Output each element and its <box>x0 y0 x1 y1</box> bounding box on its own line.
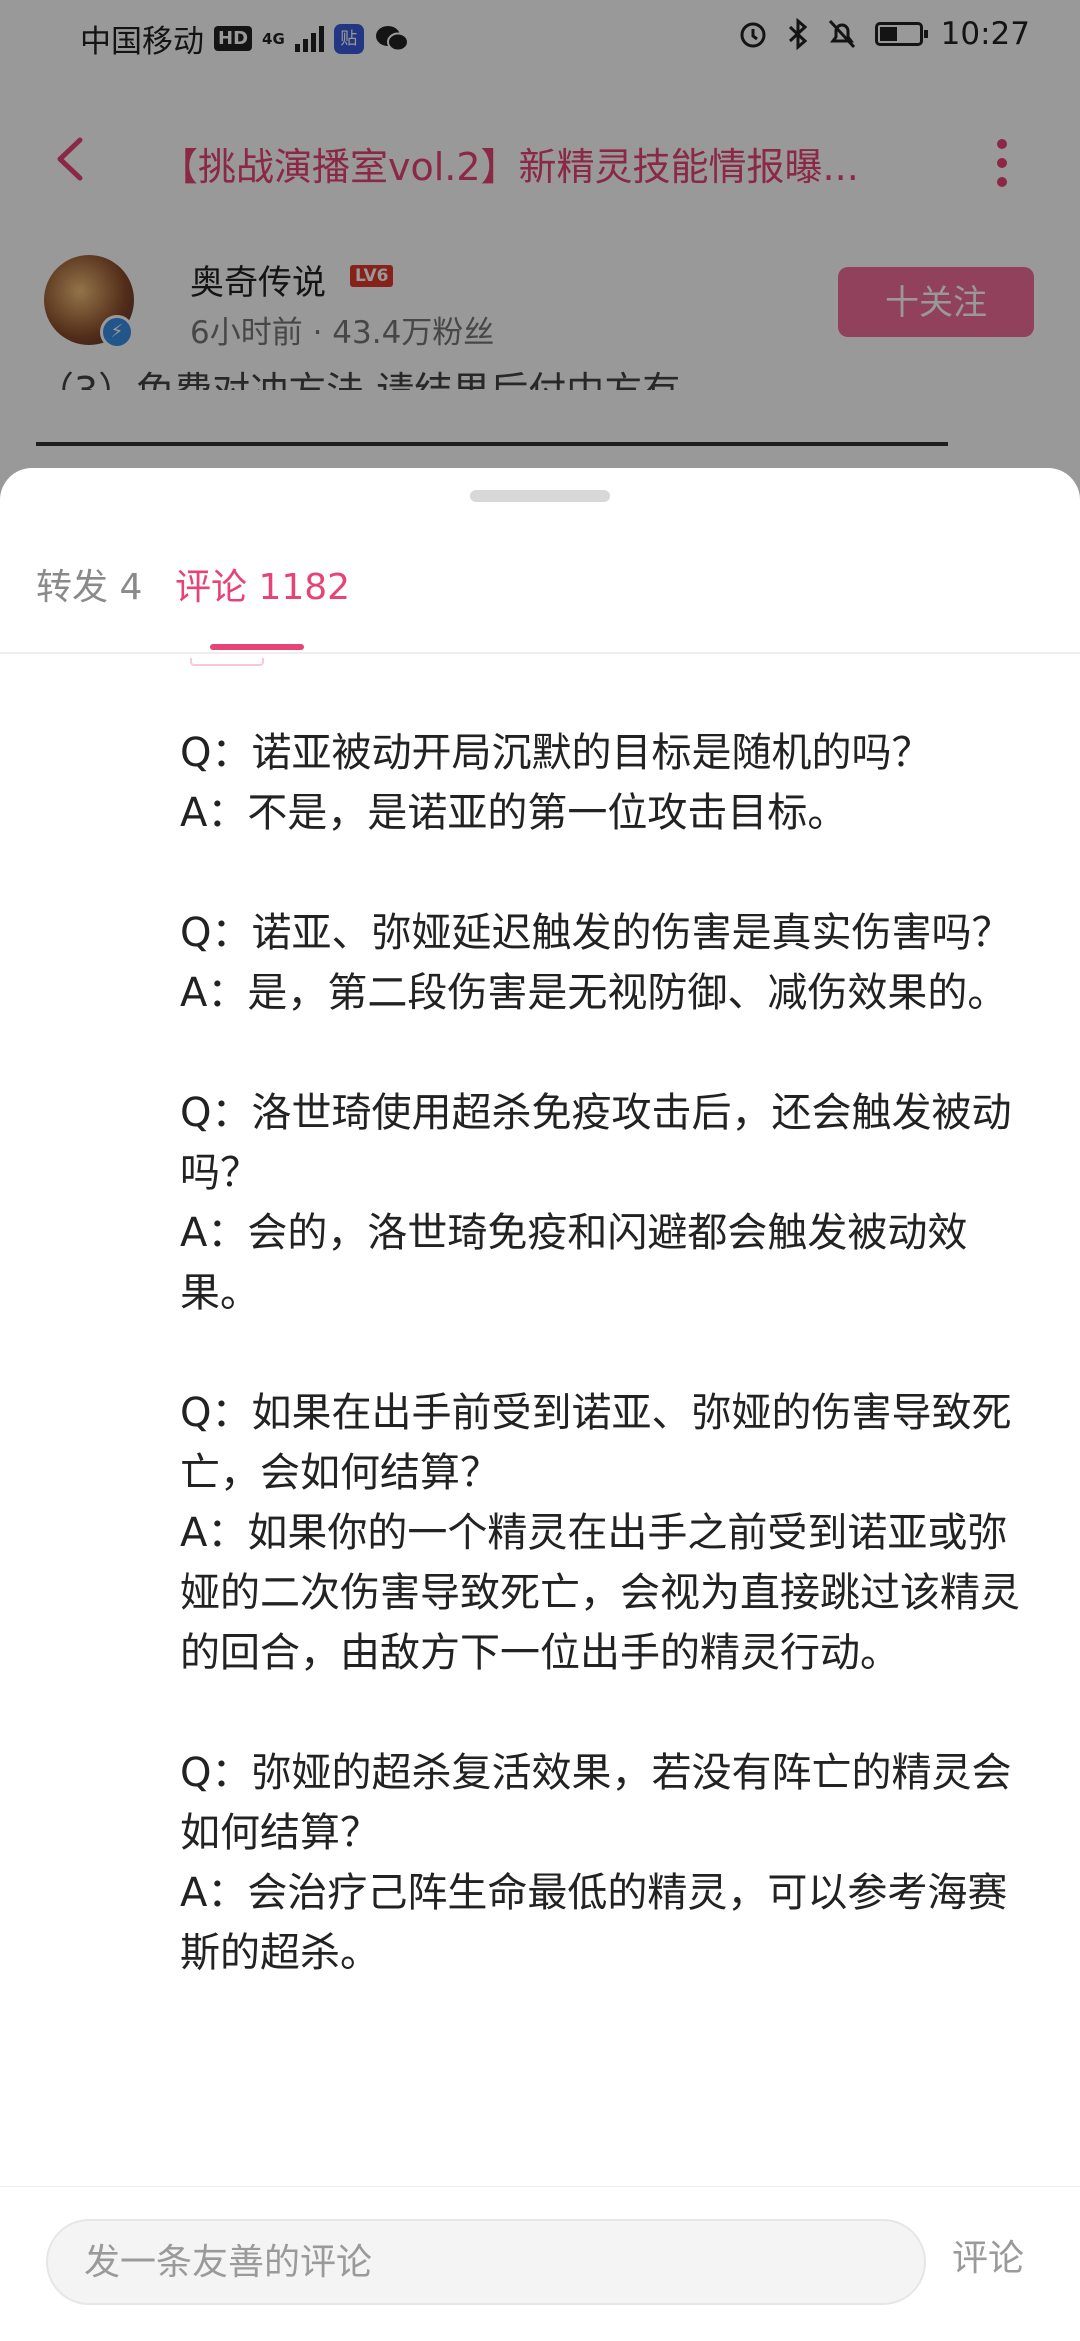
qa-item: Q：如果在出手前受到诺亚、弥娅的伤害导致死亡，会如何结算？ A：如果你的一个精灵… <box>180 1383 1040 1683</box>
drag-handle[interactable] <box>470 490 610 502</box>
comment-input[interactable] <box>46 2219 926 2305</box>
comment-body: Q：诺亚被动开局沉默的目标是随机的吗？ A：不是，是诺亚的第一位攻击目标。 Q：… <box>180 723 1040 2043</box>
question-text: Q：诺亚、弥娅延迟触发的伤害是真实伤害吗？ <box>180 910 1012 956</box>
dim-overlay[interactable] <box>0 0 1080 520</box>
comment-tabs: 转发 4 评论 1182 <box>0 558 1080 654</box>
active-tab-indicator <box>210 644 304 650</box>
answer-text: A：是，第二段伤害是无视防御、减伤效果的。 <box>180 970 1008 1016</box>
send-comment-button[interactable]: 评论 <box>952 2229 1024 2281</box>
answer-text: A：会治疗己阵生命最低的精灵，可以参考海赛斯的超杀。 <box>180 1870 1008 1976</box>
question-text: Q：如果在出手前受到诺亚、弥娅的伤害导致死亡，会如何结算？ <box>180 1390 1012 1496</box>
question-text: Q：诺亚被动开局沉默的目标是随机的吗？ <box>180 730 932 776</box>
qa-item: Q：弥娅的超杀复活效果，若没有阵亡的精灵会如何结算？ A：会治疗己阵生命最低的精… <box>180 1743 1040 1983</box>
scrolled-content-edge <box>190 658 264 666</box>
comment-input-bar: 评论 <box>0 2186 1080 2341</box>
answer-text: A：不是，是诺亚的第一位攻击目标。 <box>180 790 848 836</box>
tab-comment[interactable]: 评论 1182 <box>175 558 350 618</box>
qa-item: Q：诺亚被动开局沉默的目标是随机的吗？ A：不是，是诺亚的第一位攻击目标。 <box>180 723 1040 843</box>
answer-text: A：会的，洛世琦免疫和闪避都会触发被动效果。 <box>180 1210 968 1316</box>
tab-repost[interactable]: 转发 4 <box>36 558 142 618</box>
qa-item: Q：诺亚、弥娅延迟触发的伤害是真实伤害吗？ A：是，第二段伤害是无视防御、减伤效… <box>180 903 1040 1023</box>
question-text: Q：洛世琦使用超杀免疫攻击后，还会触发被动吗？ <box>180 1090 1012 1196</box>
answer-text: A：如果你的一个精灵在出手之前受到诺亚或弥娅的二次伤害导致死亡，会视为直接跳过该… <box>180 1510 1020 1676</box>
comment-sheet: 转发 4 评论 1182 Q：诺亚被动开局沉默的目标是随机的吗？ A：不是，是诺… <box>0 468 1080 2340</box>
qa-item: Q：洛世琦使用超杀免疫攻击后，还会触发被动吗？ A：会的，洛世琦免疫和闪避都会触… <box>180 1083 1040 1323</box>
question-text: Q：弥娅的超杀复活效果，若没有阵亡的精灵会如何结算？ <box>180 1750 1012 1856</box>
